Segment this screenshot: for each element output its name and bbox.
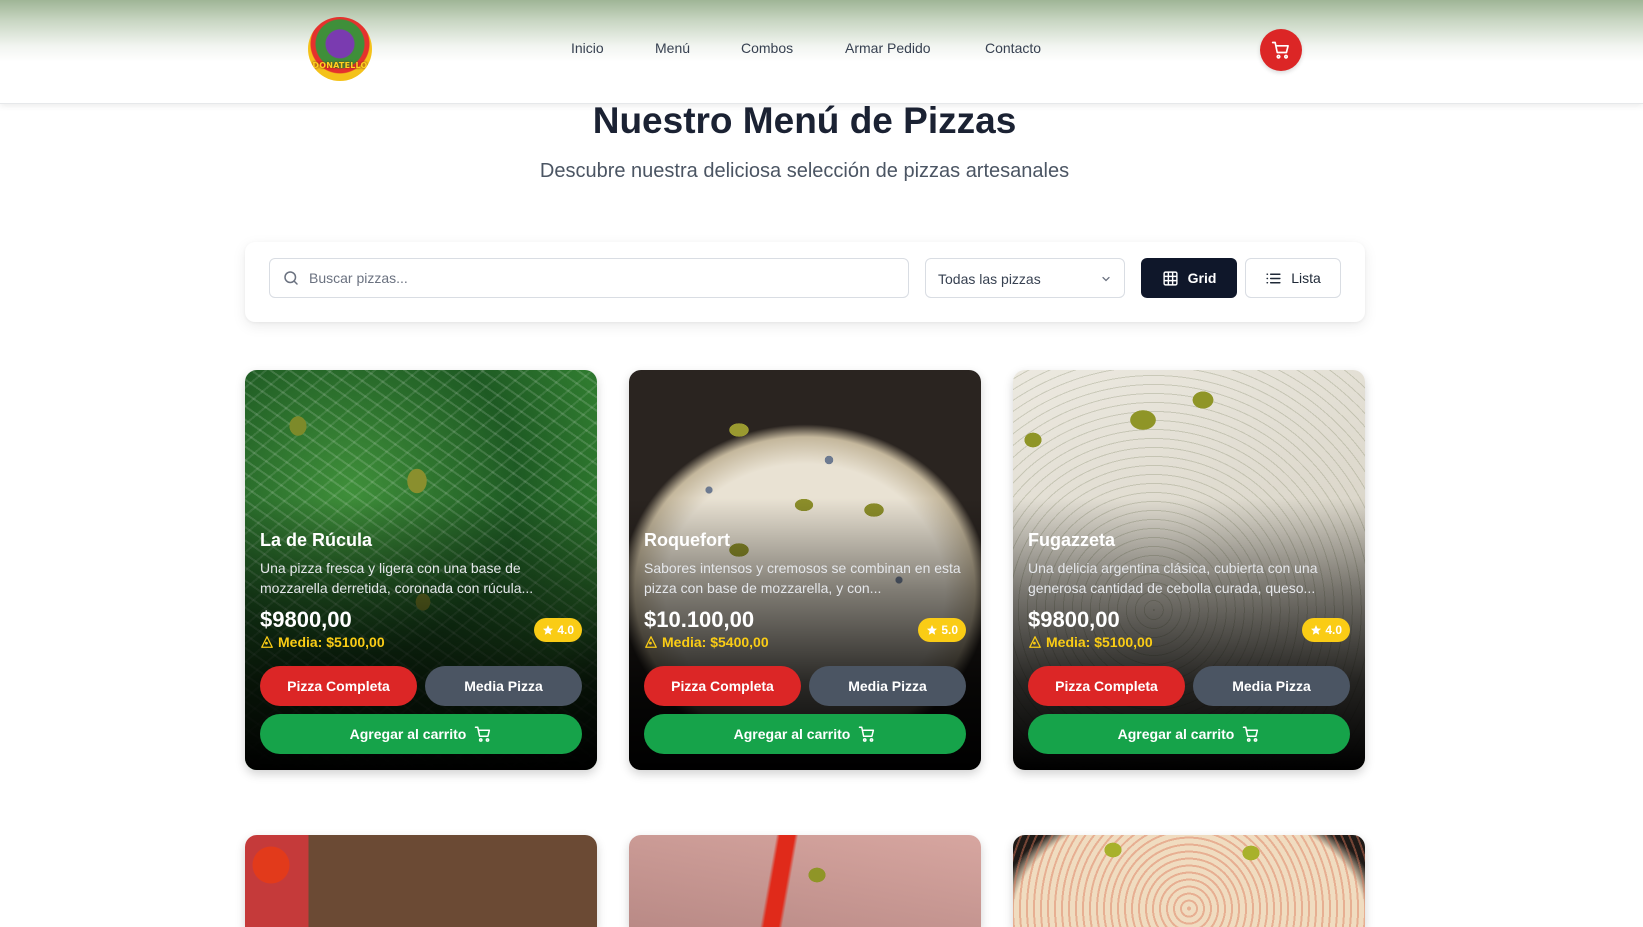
- pizza-completa-button[interactable]: Pizza Completa: [1028, 666, 1185, 706]
- media-pizza-button[interactable]: Media Pizza: [425, 666, 582, 706]
- pizza-half-price: Media: $5100,00: [260, 634, 385, 650]
- nav-link-inicio[interactable]: Inicio: [571, 40, 604, 56]
- pizza-completa-button[interactable]: Pizza Completa: [644, 666, 801, 706]
- pizza-card-fugazzeta: Fugazzeta Una delicia argentina clásica,…: [1013, 370, 1365, 770]
- grid-icon: [1163, 270, 1178, 286]
- add-to-cart-button[interactable]: Agregar al carrito: [1028, 714, 1350, 754]
- shopping-cart-icon: [859, 726, 875, 742]
- nav-link-combos[interactable]: Combos: [741, 40, 793, 56]
- page-subtitle: Descubre nuestra deliciosa selección de …: [539, 160, 1070, 182]
- rating-badge: 4.0: [534, 618, 582, 642]
- pizza-description: Una pizza fresca y ligera con una base d…: [260, 560, 534, 596]
- media-pizza-button[interactable]: Media Pizza: [809, 666, 966, 706]
- shopping-cart-icon: [475, 726, 491, 742]
- chevron-down-icon: [1102, 276, 1110, 282]
- media-pizza-button[interactable]: Media Pizza: [1193, 666, 1350, 706]
- star-icon: [543, 625, 554, 635]
- pizza-price: $9800,00: [1028, 607, 1120, 632]
- nav-link-menu[interactable]: Menú: [655, 40, 690, 56]
- search-input[interactable]: [309, 259, 899, 297]
- star-icon: [927, 625, 938, 635]
- nav-link-armar-pedido[interactable]: Armar Pedido: [845, 40, 931, 56]
- brand-logo-text: DONATELLO: [312, 61, 368, 70]
- pizza-name: Roquefort: [644, 530, 730, 550]
- shopping-cart-icon: [1243, 726, 1259, 742]
- category-select-value: Todas las pizzas: [938, 271, 1041, 287]
- pizza-card: [629, 835, 981, 927]
- cart-button[interactable]: [1260, 29, 1302, 71]
- filter-bar: Todas las pizzas Grid Lista: [245, 242, 1365, 322]
- pizza-completa-button[interactable]: Pizza Completa: [260, 666, 417, 706]
- pizza-description: Una delicia argentina clásica, cubierta …: [1028, 560, 1318, 596]
- pizza-card: [1013, 835, 1365, 927]
- view-grid-label: Grid: [1187, 270, 1217, 286]
- page-title: Nuestro Menú de Pizzas: [592, 100, 1017, 141]
- pizza-name: Fugazzeta: [1028, 530, 1116, 550]
- main-nav: Inicio Menú Combos Armar Pedido Contacto: [0, 40, 1643, 60]
- pizza-slice-icon: [645, 636, 657, 648]
- pizza-price: $9800,00: [260, 607, 352, 632]
- search-icon: [284, 271, 298, 285]
- pizza-photo: [1013, 835, 1365, 927]
- pizza-name: La de Rúcula: [260, 530, 373, 550]
- add-to-cart-button[interactable]: Agregar al carrito: [644, 714, 966, 754]
- pizza-slice-icon: [261, 636, 273, 648]
- list-icon: [1266, 273, 1281, 283]
- search-box: [269, 258, 909, 298]
- add-to-cart-button[interactable]: Agregar al carrito: [260, 714, 582, 754]
- pizza-price: $10.100,00: [644, 607, 755, 632]
- shopping-cart-icon: [1271, 41, 1289, 59]
- pizza-card-roquefort: Roquefort Sabores intensos y cremosos se…: [629, 370, 981, 770]
- pizza-slice-icon: [1029, 636, 1041, 648]
- star-icon: [1311, 625, 1322, 635]
- category-select[interactable]: Todas las pizzas: [925, 258, 1125, 298]
- pizza-half-price: Media: $5100,00: [1028, 634, 1153, 650]
- rating-badge: 4.0: [1302, 618, 1350, 642]
- pizza-photo: [629, 835, 981, 927]
- pizza-card: [245, 835, 597, 927]
- pizza-description: Sabores intensos y cremosos se combinan …: [644, 560, 961, 596]
- pizza-half-price: Media: $5400,00: [644, 634, 769, 650]
- nav-link-contacto[interactable]: Contacto: [985, 40, 1041, 56]
- rating-badge: 5.0: [918, 618, 966, 642]
- pizza-card-rucula: La de Rúcula Una pizza fresca y ligera c…: [245, 370, 597, 770]
- site-header: DONATELLO Inicio Menú Combos Armar Pedid…: [0, 0, 1643, 104]
- view-list-button[interactable]: Lista: [1245, 258, 1341, 298]
- pizza-photo: [245, 835, 597, 927]
- view-list-label: Lista: [1291, 270, 1321, 286]
- view-grid-button[interactable]: Grid: [1141, 258, 1237, 298]
